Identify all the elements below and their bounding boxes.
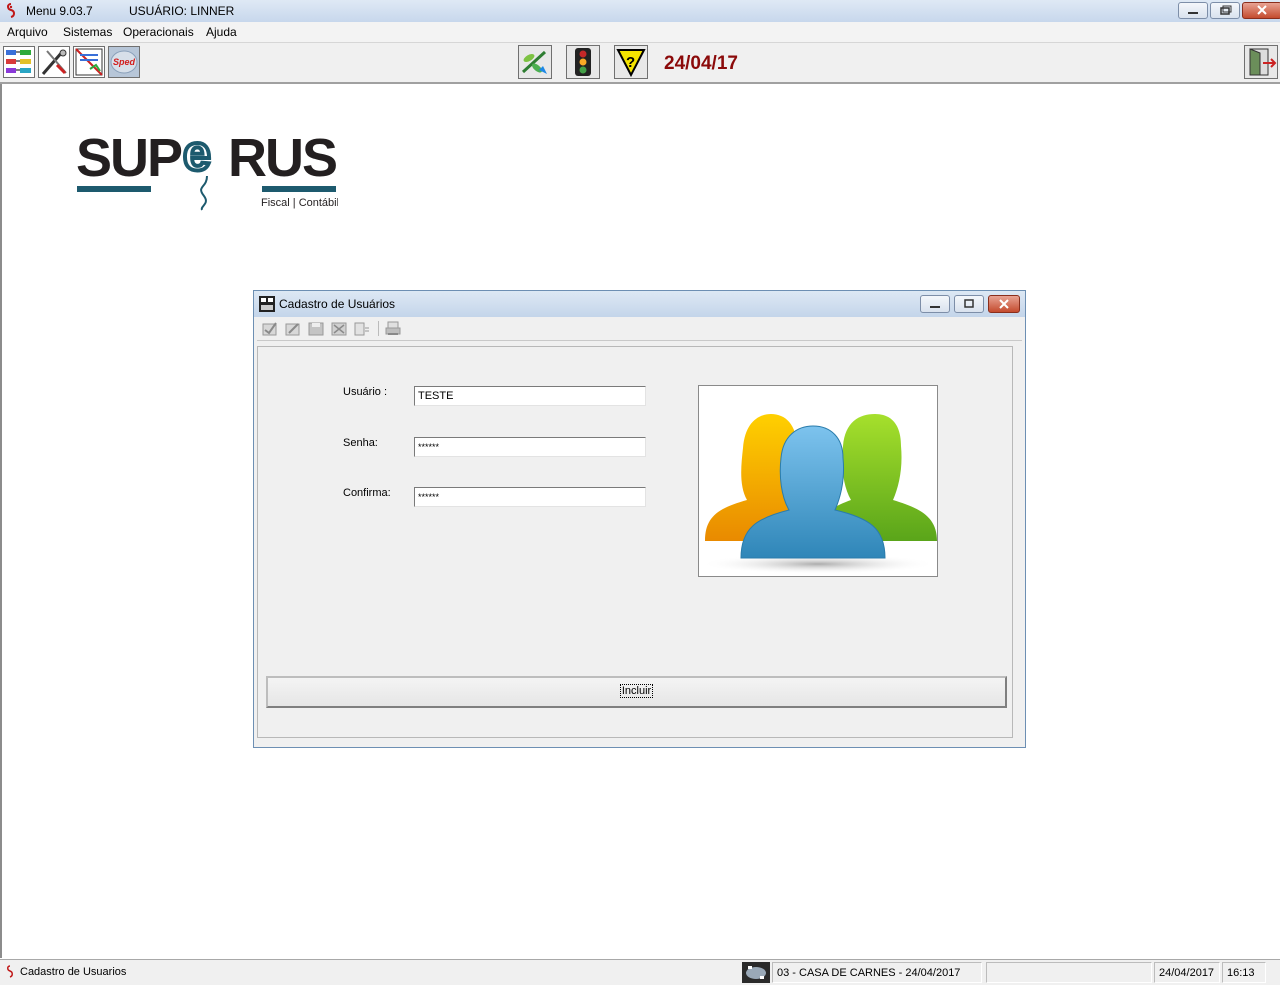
menu-ajuda[interactable]: Ajuda [206,25,237,39]
menu-arquivo[interactable]: Arquivo [7,25,48,39]
status-bar: Cadastro de Usuarios 03 - CASA DE CARNES… [0,959,1280,985]
report-icon [75,48,103,76]
usuario-label: Usuário : [343,386,388,398]
status-date: 24/04/2017 [1154,962,1220,983]
toolbar-date: 24/04/17 [664,53,738,74]
minimize-icon [1188,12,1198,14]
edit-icon[interactable] [285,321,301,336]
senha-label: Senha: [343,437,378,449]
confirma-input[interactable]: ****** [414,487,646,507]
dialog-minimize-button[interactable] [920,295,950,313]
svg-text:Sped: Sped [113,57,136,67]
status-empty-panel [986,962,1152,983]
menu-operacionais[interactable]: Operacionais [123,25,194,39]
company-icon [742,962,770,983]
menu-bar: Arquivo Sistemas Operacionais Ajuda [0,22,1280,42]
svg-text:RUS: RUS [228,128,336,188]
dialog-close-button[interactable] [988,295,1020,313]
dialog-toolbar [257,318,1022,341]
dialog-title: Cadastro de Usuários [279,297,396,311]
window-title: Menu 9.03.7 [26,4,93,18]
close-button[interactable] [1242,2,1280,19]
close-icon [999,299,1009,309]
tools-button[interactable] [38,46,70,78]
usuario-input[interactable]: TESTE [414,386,646,406]
svg-text:SUP: SUP [76,128,182,188]
minimize-button[interactable] [1178,2,1208,19]
tools-icon [41,49,67,75]
restore-icon [1220,5,1232,15]
help-button[interactable]: ? [614,45,648,79]
svg-text:e: e [183,125,211,181]
organization-chart-button[interactable] [3,46,35,78]
app-icon [7,965,13,978]
main-title-bar: Menu 9.03.7 USUÁRIO: LINNER [0,0,1280,23]
svg-text:Fiscal | Contábil: Fiscal | Contábil [261,197,338,209]
sped-icon: Sped [110,50,138,74]
status-company: 03 - CASA DE CARNES - 24/04/2017 [772,962,982,983]
superus-logo: SUP e RUS Fiscal | Contábil [76,124,338,211]
dialog-maximize-button[interactable] [954,295,984,313]
sped-button[interactable]: Sped [108,46,140,78]
status-form-name: Cadastro de Usuarios [20,966,127,978]
main-toolbar: Sped ? 24/04/17 [0,42,1280,84]
cadastro-usuarios-dialog: Cadastro de Usuários Usuário : TESTE Sen… [253,290,1026,748]
print-icon[interactable] [385,321,401,336]
plant-arrow-icon [521,50,547,74]
confirma-label: Confirma: [343,487,391,499]
maximize-icon [964,299,974,308]
traffic-light-button[interactable] [566,45,600,79]
plant-arrow-button[interactable] [518,45,552,79]
svg-text:?: ? [626,54,635,71]
save-icon[interactable] [308,321,324,336]
status-time: 16:13 [1222,962,1266,983]
delete-icon[interactable] [331,321,347,336]
dialog-form-panel: Usuário : TESTE Senha: ****** Confirma: … [257,346,1013,738]
dialog-app-icon [259,296,275,312]
senha-input[interactable]: ****** [414,437,646,457]
exit-button[interactable] [1244,45,1278,79]
list-icon[interactable] [354,321,370,336]
restore-button[interactable] [1210,2,1240,19]
close-icon [1257,5,1267,15]
users-group-icon [700,414,937,574]
exit-door-icon [1249,48,1277,76]
app-icon [7,3,15,18]
traffic-light-icon [575,48,591,76]
organization-chart-icon [6,50,31,73]
incluir-button-label: Incluir [619,684,654,698]
confirm-icon[interactable] [262,321,278,336]
report-button[interactable] [73,46,105,78]
help-question-icon: ? [616,49,646,78]
users-image-frame [698,385,938,577]
dialog-title-bar: Cadastro de Usuários [254,291,1025,317]
menu-sistemas[interactable]: Sistemas [63,25,112,39]
incluir-button[interactable]: Incluir [266,676,1007,708]
window-user: USUÁRIO: LINNER [129,4,235,18]
toolbar-separator [378,321,379,336]
minimize-icon [930,306,940,308]
